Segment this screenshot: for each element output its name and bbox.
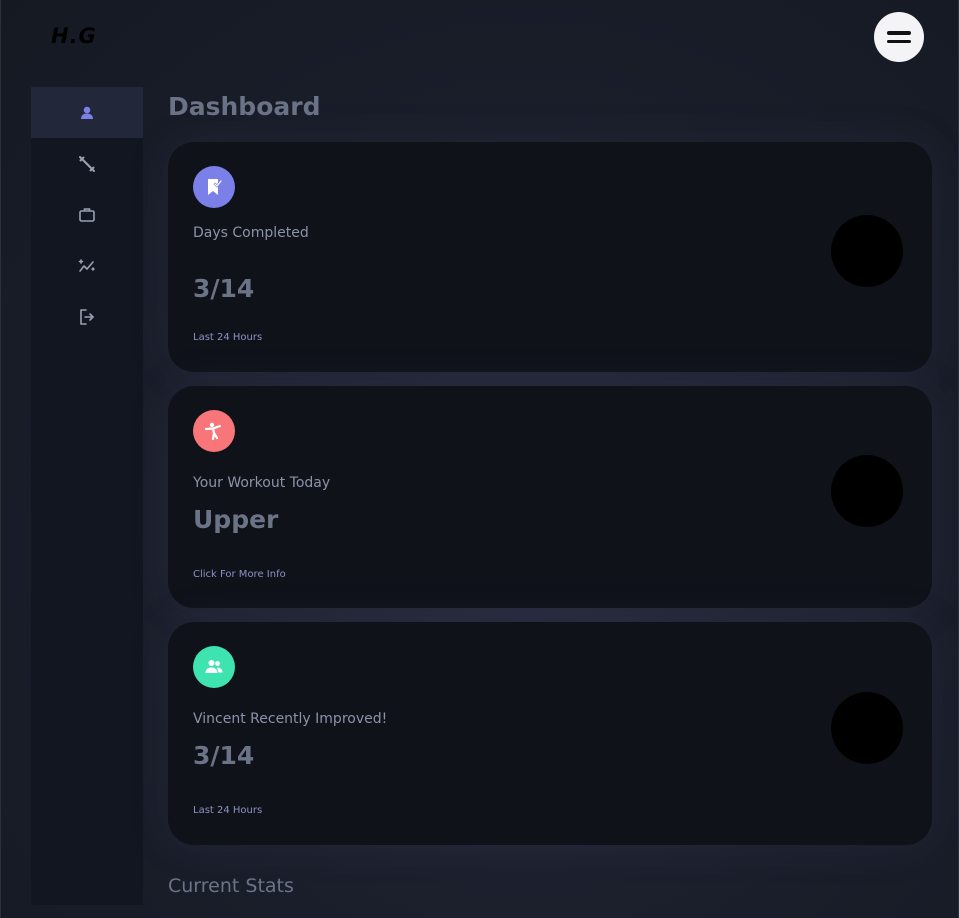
- card-footer: Last 24 Hours: [193, 805, 263, 816]
- hamburger-icon: [887, 31, 911, 35]
- card-label: Days Completed: [193, 225, 309, 241]
- hamburger-icon: [887, 39, 911, 43]
- progress-circle: [831, 692, 903, 764]
- page-title: Dashboard: [168, 92, 321, 121]
- sidebar-item-logout[interactable]: [31, 291, 143, 342]
- app-frame: H.G Dashboard Days Completed 3/14 Last 2…: [0, 0, 959, 918]
- progress-circle: [831, 455, 903, 527]
- recent-improvement-card[interactable]: Vincent Recently Improved! 3/14 Last 24 …: [168, 622, 932, 845]
- card-footer[interactable]: Click For More Info: [193, 569, 286, 580]
- sidebar-item-progress[interactable]: [31, 240, 143, 291]
- logo: H.G: [51, 24, 97, 48]
- sidebar-item-workouts[interactable]: [31, 138, 143, 189]
- trend-sparkle-icon: [78, 258, 95, 272]
- logout-icon: [80, 308, 94, 325]
- bookmark-check-icon: [208, 179, 223, 195]
- card-value: 3/14: [193, 274, 255, 303]
- days-completed-card[interactable]: Days Completed 3/14 Last 24 Hours: [168, 142, 932, 372]
- dumbbell-icon: [79, 155, 95, 172]
- card-value: 3/14: [193, 741, 255, 770]
- card-icon-badge: [193, 166, 235, 208]
- progress-circle: [831, 215, 903, 287]
- briefcase-icon: [79, 207, 95, 222]
- card-footer: Last 24 Hours: [193, 332, 263, 343]
- sidebar-item-profile[interactable]: [31, 87, 143, 138]
- card-label: Your Workout Today: [193, 475, 331, 491]
- card-icon-badge: [193, 410, 235, 452]
- card-value: Upper: [193, 505, 279, 534]
- menu-button[interactable]: [874, 12, 924, 62]
- user-icon: [81, 106, 93, 119]
- sidebar-item-programs[interactable]: [31, 189, 143, 240]
- section-title: Current Stats: [168, 875, 294, 897]
- martial-arts-icon: [204, 422, 222, 441]
- card-label: Vincent Recently Improved!: [193, 711, 388, 727]
- users-icon: [205, 660, 223, 673]
- workout-today-card[interactable]: Your Workout Today Upper Click For More …: [168, 386, 932, 608]
- sidebar: [31, 87, 143, 905]
- card-icon-badge: [193, 646, 235, 688]
